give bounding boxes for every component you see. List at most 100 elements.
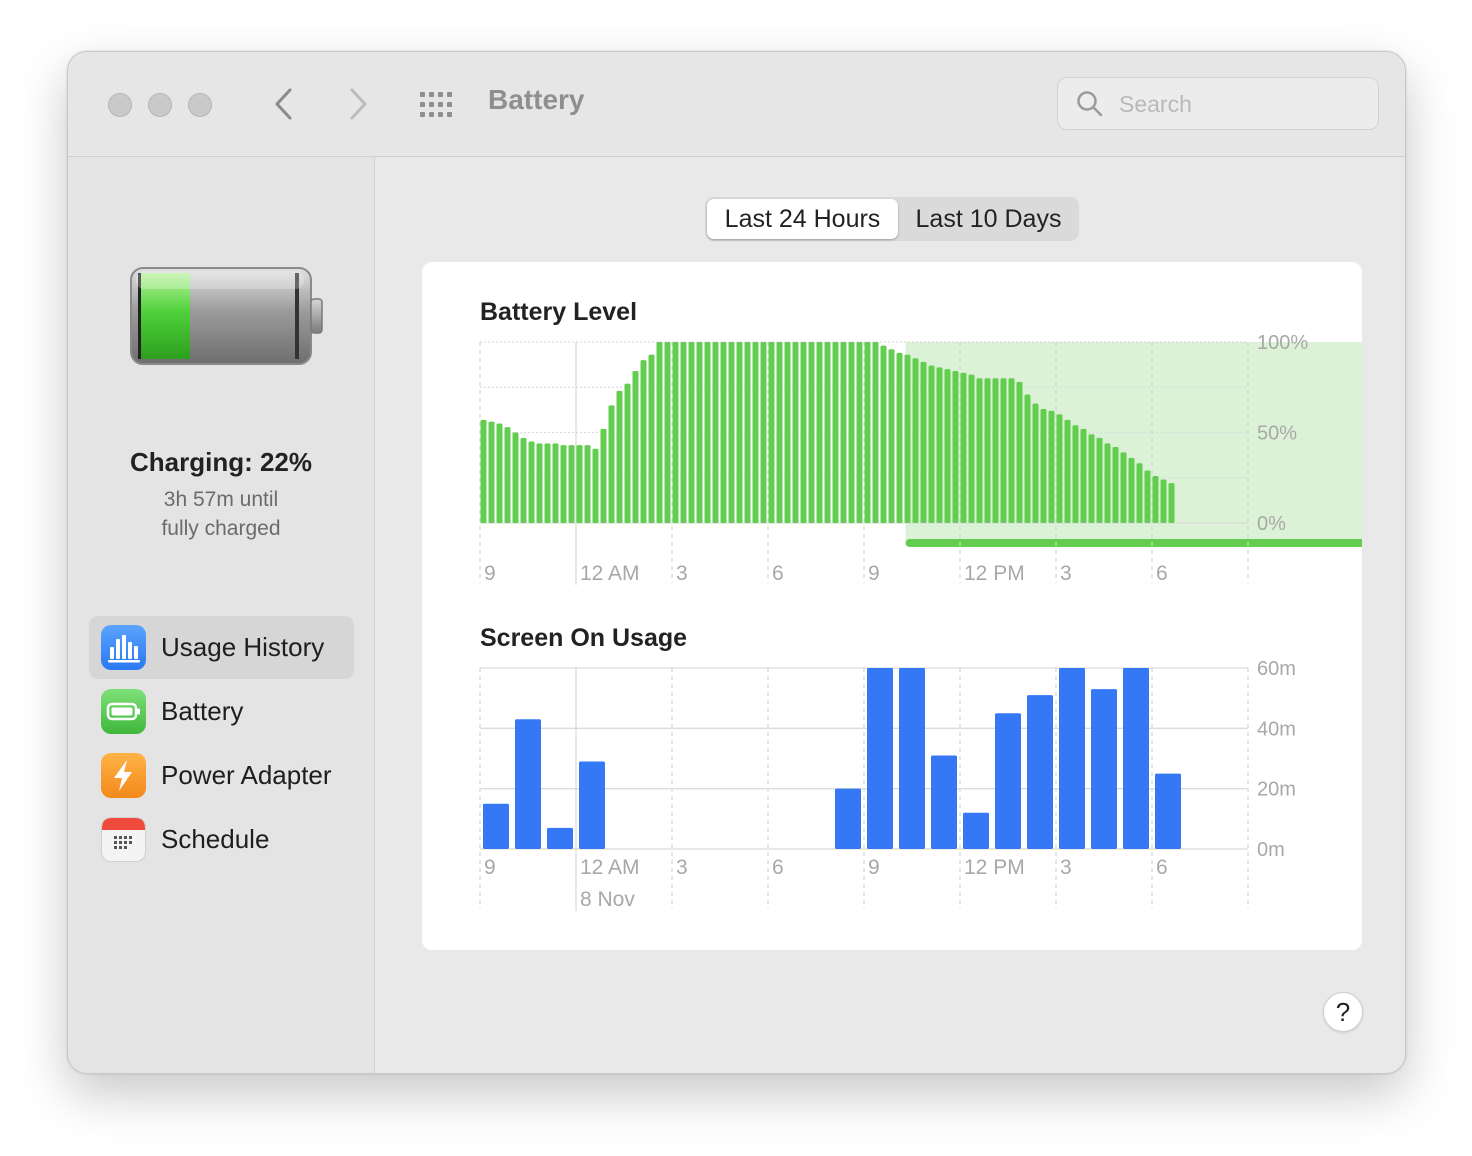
battery-status-icon bbox=[130, 267, 323, 365]
battery-level-bar bbox=[640, 360, 647, 523]
chevron-right-icon bbox=[350, 88, 367, 120]
date-label: 8 Nov bbox=[580, 888, 635, 911]
battery-level-bar bbox=[648, 354, 655, 523]
usage-charts-card: Battery Level 100% 50% 0% 9 12 AM 3 6 9 12 PM 3 6 … bbox=[422, 262, 1362, 950]
battery-level-bar bbox=[584, 445, 591, 523]
close-window-button[interactable] bbox=[108, 93, 132, 117]
x-tick-label: 12 PM bbox=[964, 562, 1025, 585]
battery-level-bar bbox=[664, 342, 671, 523]
battery-level-bar bbox=[864, 342, 871, 523]
time-until-full: 3h 57m until bbox=[163, 488, 279, 511]
battery-level-bar bbox=[776, 342, 783, 523]
battery-level-bar bbox=[568, 445, 575, 523]
x-tick-label: 6 bbox=[1156, 856, 1168, 879]
screen-usage-bar bbox=[1059, 668, 1085, 849]
battery-level-bar bbox=[696, 342, 703, 523]
battery-level-chart: 100% 50% 0% 9 12 AM 3 6 9 12 PM 3 6 bbox=[479, 332, 1362, 585]
minimize-window-button[interactable] bbox=[148, 93, 172, 117]
battery-level-bar bbox=[728, 342, 735, 523]
sidebar-item-schedule[interactable]: Schedule bbox=[89, 808, 354, 871]
fully-charged-label: fully charged bbox=[161, 517, 281, 540]
battery-level-bar bbox=[1016, 381, 1023, 523]
help-button[interactable]: ? bbox=[1323, 992, 1363, 1032]
x-tick-label: 9 bbox=[868, 856, 880, 879]
x-tick-label: 3 bbox=[1060, 562, 1072, 585]
battery-icon bbox=[101, 689, 146, 734]
battery-level-bar bbox=[528, 441, 535, 523]
x-tick-label: 12 PM bbox=[964, 856, 1025, 879]
battery-level-bar bbox=[712, 342, 719, 523]
battery-level-bar bbox=[1096, 437, 1103, 523]
show-all-grid-icon[interactable] bbox=[418, 90, 458, 120]
battery-level-bar bbox=[768, 342, 775, 523]
power-adapter-icon bbox=[101, 753, 146, 798]
battery-level-bar bbox=[1072, 425, 1079, 523]
screen-usage-bar bbox=[515, 719, 541, 849]
screen-usage-bar bbox=[995, 713, 1021, 849]
x-tick-label: 9 bbox=[484, 856, 496, 879]
battery-level-bar bbox=[1152, 475, 1159, 523]
battery-level-bar bbox=[880, 345, 887, 523]
settings-window: Battery Search Charging: 22% 3h 57m unti… bbox=[67, 51, 1406, 1074]
schedule-icon bbox=[101, 817, 146, 862]
battery-level-bar bbox=[832, 342, 839, 523]
battery-level-bar bbox=[536, 443, 543, 523]
battery-level-bar bbox=[1048, 410, 1055, 523]
battery-level-bar bbox=[496, 423, 503, 523]
zoom-window-button[interactable] bbox=[188, 93, 212, 117]
battery-level-bar bbox=[616, 390, 623, 523]
y-tick-label: 100% bbox=[1257, 332, 1308, 354]
battery-level-bar bbox=[672, 342, 679, 523]
battery-level-bar bbox=[920, 361, 927, 523]
sidebar-item-label: Battery bbox=[161, 696, 244, 726]
screen-usage-bar bbox=[1155, 773, 1181, 849]
battery-level-bar bbox=[1024, 394, 1031, 523]
sidebar-item-power-adapter[interactable]: Power Adapter bbox=[89, 744, 354, 807]
x-tick-label: 9 bbox=[484, 562, 496, 585]
battery-level-bar bbox=[952, 370, 959, 523]
battery-level-bar bbox=[848, 342, 855, 523]
screen-usage-bar bbox=[835, 788, 861, 849]
battery-level-bar bbox=[968, 374, 975, 523]
battery-level-bar bbox=[624, 383, 631, 523]
screen-usage-bar bbox=[1027, 695, 1053, 849]
battery-level-bar bbox=[888, 349, 895, 523]
sidebar-item-label: Schedule bbox=[161, 824, 270, 854]
screen-on-usage-chart: 60m 40m 20m 0m 9 12 AM 3 6 9 12 PM 3 6 8 Nov bbox=[479, 658, 1296, 911]
screen-usage-bar bbox=[1123, 668, 1149, 849]
y-tick-label: 20m bbox=[1257, 779, 1296, 801]
charging-status-title: Charging: 22% bbox=[129, 447, 313, 477]
battery-level-bar bbox=[512, 432, 519, 523]
battery-level-bar bbox=[752, 342, 759, 523]
battery-level-bar bbox=[1000, 378, 1007, 523]
back-button[interactable] bbox=[264, 82, 304, 126]
battery-level-bar bbox=[688, 342, 695, 523]
tab-last-24-hours[interactable]: Last 24 Hours bbox=[707, 199, 898, 239]
x-tick-label: 3 bbox=[1060, 856, 1072, 879]
battery-level-bar bbox=[520, 437, 527, 523]
battery-level-bar bbox=[720, 342, 727, 523]
sidebar-item-usage-history[interactable]: Usage History bbox=[89, 616, 354, 679]
battery-level-bar bbox=[1168, 483, 1175, 523]
search-field[interactable]: Search bbox=[1057, 77, 1379, 130]
y-tick-label: 0% bbox=[1257, 513, 1286, 535]
battery-level-bar bbox=[944, 369, 951, 523]
battery-level-bar bbox=[1144, 470, 1151, 523]
battery-level-bar bbox=[600, 428, 607, 523]
battery-level-bar bbox=[760, 342, 767, 523]
sidebar-item-battery[interactable]: Battery bbox=[89, 680, 354, 743]
x-tick-label: 9 bbox=[868, 562, 880, 585]
search-icon bbox=[1077, 91, 1103, 117]
battery-level-bar bbox=[576, 445, 583, 523]
x-tick-label: 12 AM bbox=[580, 856, 640, 879]
battery-level-bar bbox=[544, 443, 551, 523]
tab-last-10-days[interactable]: Last 10 Days bbox=[901, 199, 1076, 239]
forward-button[interactable] bbox=[338, 82, 378, 126]
screen-usage-bar bbox=[1091, 689, 1117, 849]
screen-usage-bar bbox=[579, 761, 605, 849]
battery-level-chart-title: Battery Level bbox=[480, 298, 638, 326]
screen-usage-bar bbox=[899, 668, 925, 849]
battery-level-bar bbox=[856, 342, 863, 523]
sidebar-item-label: Power Adapter bbox=[161, 760, 332, 790]
title-bar: Battery Search bbox=[68, 52, 1405, 157]
